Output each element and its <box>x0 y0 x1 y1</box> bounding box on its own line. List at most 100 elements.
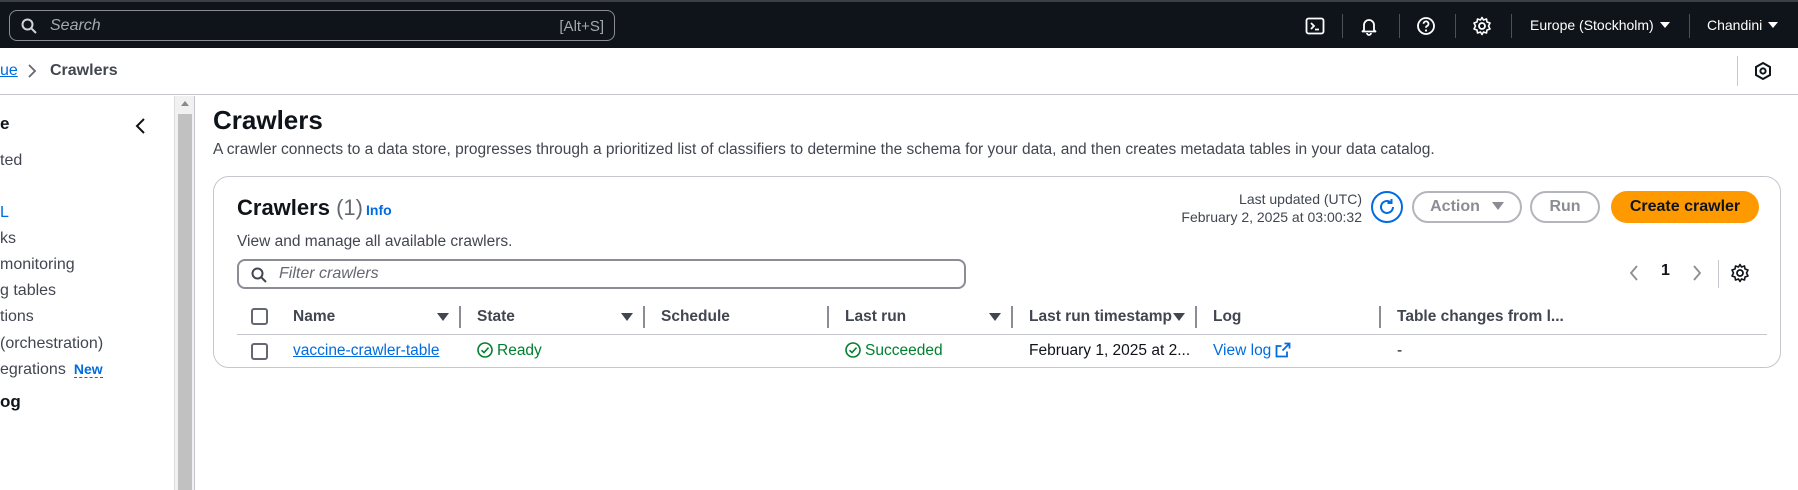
refresh-icon <box>1380 199 1394 214</box>
column-resizer[interactable] <box>1379 306 1381 328</box>
new-badge: New <box>73 361 103 378</box>
search-icon <box>21 18 37 34</box>
scroll-up-arrow-icon[interactable] <box>181 101 189 106</box>
caret-down-icon <box>1768 22 1779 28</box>
region-selector[interactable]: Europe (Stockholm) <box>1530 17 1670 33</box>
sidenav-scrollbar[interactable] <box>174 96 194 490</box>
crawler-name-link[interactable]: vaccine-crawler-table <box>293 342 439 360</box>
chevron-right-icon[interactable] <box>1691 265 1703 281</box>
page-number[interactable]: 1 <box>1661 262 1670 280</box>
column-header-name[interactable]: Name <box>293 308 335 326</box>
sidenav-item[interactable]: monitoring <box>0 256 75 274</box>
sort-caret-icon[interactable] <box>989 313 1001 321</box>
column-header-log[interactable]: Log <box>1213 308 1241 326</box>
info-link[interactable]: Info <box>366 202 392 218</box>
nav-divider <box>1342 14 1343 38</box>
table-row[interactable]: vaccine-crawler-table Ready Succeeded Fe… <box>237 335 1767 369</box>
action-dropdown-button[interactable]: Action <box>1412 191 1522 223</box>
divider <box>1718 260 1719 288</box>
table-changes-cell: - <box>1397 342 1403 359</box>
help-icon[interactable] <box>1416 16 1436 36</box>
filter-crawlers-input[interactable]: Filter crawlers <box>237 259 966 289</box>
search-placeholder: Search <box>50 17 101 34</box>
sidenav-item[interactable]: tions <box>0 308 34 326</box>
external-link-icon <box>1275 342 1291 358</box>
bell-icon[interactable] <box>1359 16 1379 36</box>
last-run-value: Succeeded <box>865 342 943 359</box>
side-navigation: e ted L ks monitoring g tables tions (or… <box>0 96 174 490</box>
user-name: Chandini <box>1707 17 1763 33</box>
cloudshell-icon[interactable] <box>1305 16 1325 36</box>
column-header-last-run[interactable]: Last run <box>845 308 906 326</box>
sort-caret-icon[interactable] <box>437 313 449 321</box>
sidenav-item[interactable]: egrations New <box>0 361 103 379</box>
column-header-table-changes[interactable]: Table changes from l... <box>1397 308 1564 326</box>
gear-icon[interactable] <box>1730 263 1750 283</box>
state-cell: Ready <box>477 342 542 360</box>
crawlers-panel: Crawlers (1) Info View and manage all av… <box>213 176 1781 368</box>
sort-caret-icon[interactable] <box>1173 313 1185 321</box>
caret-down-icon <box>1659 22 1670 28</box>
create-crawler-button[interactable]: Create crawler <box>1611 191 1759 223</box>
top-navigation-bar: Search [Alt+S] Europe (Stockholm) Chandi… <box>0 0 1798 48</box>
sidenav-section-header[interactable]: og <box>0 392 21 412</box>
column-resizer[interactable] <box>459 306 461 328</box>
caret-down-icon <box>1491 202 1504 210</box>
column-resizer[interactable] <box>643 306 645 328</box>
chevron-left-icon[interactable] <box>1628 265 1640 281</box>
column-header-schedule[interactable]: Schedule <box>661 308 730 326</box>
table-header: Name State Schedule Last run Last run ti… <box>237 299 1767 335</box>
view-log-label: View log <box>1213 342 1272 359</box>
global-search-input[interactable]: Search [Alt+S] <box>9 10 615 41</box>
chevron-left-icon[interactable] <box>133 118 149 134</box>
settings-hexagon-icon[interactable] <box>1753 61 1773 81</box>
sidenav-item[interactable]: L <box>0 204 9 222</box>
search-icon <box>251 267 267 283</box>
last-run-timestamp-cell: February 1, 2025 at 2... <box>1029 342 1191 359</box>
page-title: Crawlers <box>213 105 323 135</box>
column-resizer[interactable] <box>827 306 829 328</box>
last-run-cell: Succeeded <box>845 342 943 360</box>
last-updated-value: February 2, 2025 at 03:00:32 <box>1181 209 1362 225</box>
sidenav-item[interactable]: g tables <box>0 282 56 300</box>
view-log-link[interactable]: View log <box>1213 342 1291 360</box>
column-resizer[interactable] <box>1011 306 1013 328</box>
row-checkbox[interactable] <box>251 343 268 360</box>
gear-icon[interactable] <box>1472 16 1492 36</box>
sidenav-item[interactable]: ks <box>0 230 16 248</box>
divider <box>1737 56 1738 86</box>
page-description: A crawler connects to a data store, prog… <box>213 141 1435 158</box>
region-label: Europe (Stockholm) <box>1530 17 1654 33</box>
column-header-last-run-timestamp[interactable]: Last run timestamp <box>1029 308 1172 326</box>
panel-title: Crawlers (1) <box>237 195 363 221</box>
last-updated-label: Last updated (UTC) <box>1239 191 1362 207</box>
column-header-state[interactable]: State <box>477 308 515 326</box>
breadcrumb-parent-link[interactable]: ue <box>0 62 18 80</box>
select-all-checkbox[interactable] <box>251 308 268 325</box>
panel-description: View and manage all available crawlers. <box>237 233 513 250</box>
breadcrumb: ue Crawlers <box>0 48 1798 95</box>
state-value: Ready <box>497 342 542 359</box>
check-circle-icon <box>477 342 493 358</box>
nav-divider <box>1689 14 1690 38</box>
refresh-button[interactable] <box>1371 191 1403 223</box>
breadcrumb-current: Crawlers <box>50 62 118 79</box>
run-button[interactable]: Run <box>1530 191 1600 223</box>
sort-caret-icon[interactable] <box>621 313 633 321</box>
nav-divider <box>1455 14 1456 38</box>
filter-placeholder: Filter crawlers <box>279 265 379 282</box>
sidenav-header[interactable]: e <box>0 114 9 134</box>
nav-divider <box>1511 14 1512 38</box>
crawler-count: (1) <box>336 195 363 220</box>
check-circle-icon <box>845 342 861 358</box>
sidenav-item[interactable]: ted <box>0 152 22 170</box>
scrollbar-thumb[interactable] <box>178 114 192 490</box>
sidenav-item[interactable]: (orchestration) <box>0 335 103 353</box>
divider <box>194 96 195 490</box>
nav-divider <box>1399 14 1400 38</box>
search-shortcut-hint: [Alt+S] <box>559 18 604 35</box>
sidenav-item-label: egrations <box>0 361 66 378</box>
account-menu[interactable]: Chandini <box>1707 17 1779 33</box>
chevron-right-icon <box>28 64 37 78</box>
column-resizer[interactable] <box>1195 306 1197 328</box>
